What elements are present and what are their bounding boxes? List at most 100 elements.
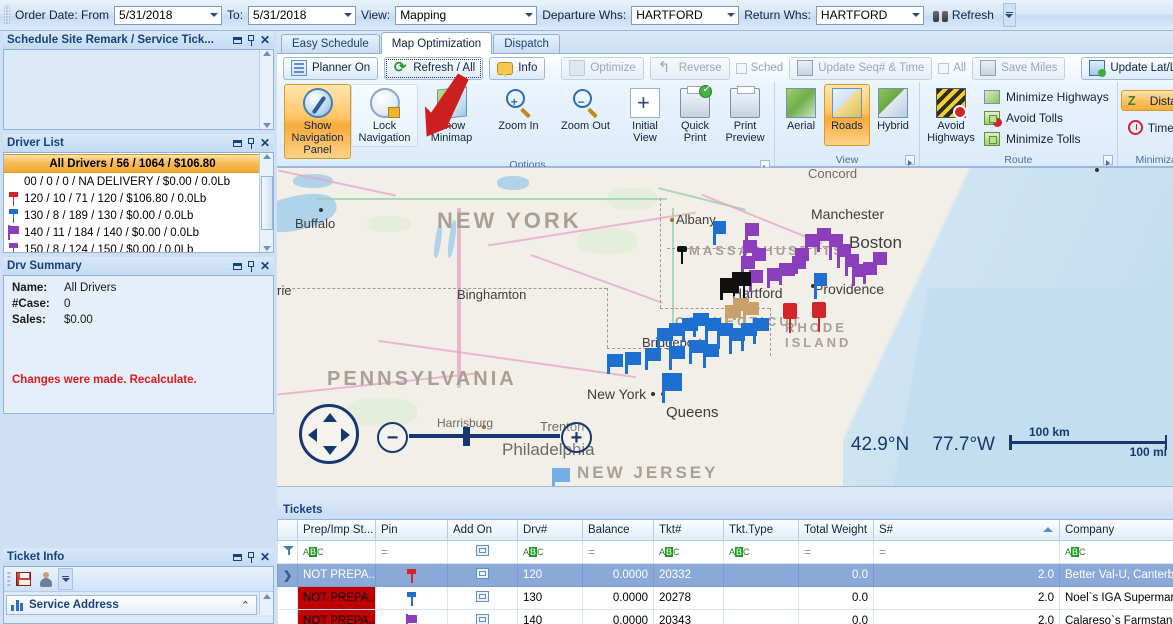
- route-dialog-launcher[interactable]: [1103, 155, 1113, 165]
- marker-flag-blue[interactable]: [713, 221, 725, 245]
- column-header-balance[interactable]: Balance: [583, 520, 654, 541]
- column-header-snum[interactable]: S#: [874, 520, 1060, 541]
- order-date-to-combo[interactable]: 5/31/2018: [248, 6, 356, 25]
- toolbar-gripper[interactable]: [7, 571, 11, 587]
- restore-button[interactable]: [230, 259, 244, 273]
- map-canvas[interactable]: NEW YORK MASSACHUSETTS CONNECTICUT RHODE…: [277, 167, 1173, 487]
- zoom-out-button[interactable]: − Zoom Out: [552, 84, 619, 146]
- refresh-button[interactable]: Refresh: [929, 6, 998, 24]
- departure-whs-combo[interactable]: HARTFORD: [631, 6, 739, 25]
- marker-flag-purple[interactable]: [752, 248, 766, 268]
- zoom-out-icon[interactable]: −: [377, 422, 408, 453]
- filter-pin[interactable]: =: [376, 541, 448, 564]
- list-item[interactable]: 130 / 8 / 189 / 130 / $0.00 / 0.0Lb: [4, 207, 259, 224]
- filter-tkt[interactable]: ABC: [654, 541, 724, 564]
- scroll-down-icon[interactable]: [263, 123, 271, 128]
- marker-flag-purple[interactable]: [779, 263, 793, 285]
- roads-button[interactable]: Roads: [824, 84, 870, 146]
- distance-button[interactable]: Z Distance: [1121, 90, 1173, 111]
- list-item[interactable]: All Drivers / 56 / 1064 / $106.80: [4, 154, 259, 173]
- pin-button[interactable]: [244, 550, 258, 564]
- funnel-icon[interactable]: [283, 545, 294, 556]
- marker-flag-blue[interactable]: [552, 468, 570, 487]
- marker-flag-blue[interactable]: [625, 352, 641, 374]
- info-button[interactable]: Info: [489, 57, 545, 80]
- filter-prep[interactable]: ABC: [298, 541, 376, 564]
- column-header-prep[interactable]: Prep/Imp St...: [298, 520, 376, 541]
- close-button[interactable]: ✕: [258, 550, 272, 564]
- ticket-info-scrollbar[interactable]: [259, 592, 273, 615]
- table-row[interactable]: NOT PREPA... 130 0.0000 20278 0.0 2.0 No…: [278, 587, 1173, 610]
- column-header-totalweight[interactable]: Total Weight: [799, 520, 874, 541]
- scroll-thumb[interactable]: [261, 176, 273, 230]
- close-button[interactable]: ✕: [258, 136, 272, 150]
- zoom-thumb[interactable]: [463, 427, 470, 446]
- filter-toggle-cell[interactable]: [278, 541, 298, 564]
- marker-pin-red[interactable]: [812, 302, 826, 332]
- pan-right-icon[interactable]: [341, 428, 350, 442]
- save-ticket-button[interactable]: [14, 570, 33, 589]
- close-button[interactable]: ✕: [258, 259, 272, 273]
- print-preview-button[interactable]: Print Preview: [719, 84, 771, 147]
- view-combo[interactable]: Mapping: [395, 6, 537, 25]
- show-minimap-button[interactable]: Show Minimap: [418, 84, 485, 147]
- list-item[interactable]: 150 / 8 / 124 / 150 / $0.00 / 0.0Lb: [4, 241, 259, 252]
- filter-tkttype[interactable]: ABC: [724, 541, 799, 564]
- pan-down-icon[interactable]: [323, 446, 337, 455]
- cell-addon[interactable]: [448, 610, 518, 624]
- pan-left-icon[interactable]: [308, 428, 317, 442]
- column-header-tkt[interactable]: Tkt#: [654, 520, 724, 541]
- time-button[interactable]: Time: [1121, 117, 1173, 138]
- scroll-up-icon[interactable]: [263, 154, 271, 159]
- scroll-up-icon[interactable]: [263, 594, 271, 599]
- marker-flag-blue[interactable]: [703, 344, 719, 368]
- customer-button[interactable]: [36, 570, 55, 589]
- aerial-button[interactable]: Aerial: [778, 84, 824, 146]
- minimize-highways-button[interactable]: Minimize Highways: [979, 88, 1114, 106]
- schedule-remark-text-area[interactable]: [4, 50, 259, 129]
- refresh-all-button[interactable]: ⟳ Refresh / All: [384, 57, 483, 80]
- marker-flag-blue[interactable]: [753, 318, 769, 344]
- tickets-grid[interactable]: Prep/Imp St... Pin Add On Drv# Balance T…: [277, 520, 1173, 624]
- update-lat-long-button[interactable]: Update Lat/Long: [1081, 57, 1173, 80]
- avoid-tolls-button[interactable]: Avoid Tolls: [979, 109, 1114, 127]
- marker-flag-blue[interactable]: [814, 273, 826, 299]
- zoom-in-button[interactable]: + Zoom In: [485, 84, 552, 146]
- filter-snum[interactable]: =: [874, 541, 1060, 564]
- list-item[interactable]: 140 / 11 / 184 / 140 / $0.00 / 0.0Lb: [4, 224, 259, 241]
- return-whs-combo[interactable]: HARTFORD: [816, 6, 924, 25]
- filter-row[interactable]: ABC = ABC = ABC ABC = = ABC: [278, 541, 1173, 564]
- lock-navigation-button[interactable]: Lock Navigation: [351, 84, 418, 147]
- scroll-up-icon[interactable]: [263, 51, 271, 56]
- column-header-drv[interactable]: Drv#: [518, 520, 583, 541]
- map-pan-control[interactable]: [299, 404, 359, 464]
- toolbar-overflow-button[interactable]: [58, 568, 73, 590]
- hybrid-button[interactable]: Hybrid: [870, 84, 916, 146]
- marker-flag-purple[interactable]: [873, 252, 887, 274]
- filter-company[interactable]: ABC: [1060, 541, 1173, 564]
- pin-button[interactable]: [244, 33, 258, 47]
- column-header-pin[interactable]: Pin: [376, 520, 448, 541]
- filter-totalweight[interactable]: =: [799, 541, 874, 564]
- list-item[interactable]: 120 / 10 / 71 / 120 / $106.80 / 0.0Lb: [4, 190, 259, 207]
- restore-button[interactable]: [230, 136, 244, 150]
- order-date-from-combo[interactable]: 5/31/2018: [114, 6, 222, 25]
- avoid-highways-button[interactable]: Avoid Highways: [923, 84, 979, 147]
- chevron-up-icon[interactable]: ⌃: [241, 599, 250, 612]
- minimize-tolls-button[interactable]: Minimize Tolls: [979, 130, 1114, 148]
- driver-list[interactable]: All Drivers / 56 / 1064 / $106.80 00 / 0…: [4, 153, 259, 252]
- toolbar-gripper[interactable]: [4, 5, 10, 25]
- restore-button[interactable]: [230, 33, 244, 47]
- zoom-track[interactable]: [409, 434, 560, 438]
- planner-on-button[interactable]: Planner On: [283, 57, 378, 80]
- tab-map-optimization[interactable]: Map Optimization: [381, 32, 492, 54]
- table-row[interactable]: ❯ NOT PREPA... 120 0.0000 20332 0.0 2.0 …: [278, 564, 1173, 587]
- view-dialog-launcher[interactable]: [905, 155, 915, 165]
- marker-flag-blue[interactable]: [669, 346, 685, 370]
- tab-dispatch[interactable]: Dispatch: [493, 34, 560, 53]
- filter-balance[interactable]: =: [583, 541, 654, 564]
- marker-flag-purple[interactable]: [795, 248, 809, 274]
- scroll-down-icon[interactable]: [263, 246, 271, 251]
- marker-pin-red[interactable]: [783, 303, 797, 333]
- pin-button[interactable]: [244, 136, 258, 150]
